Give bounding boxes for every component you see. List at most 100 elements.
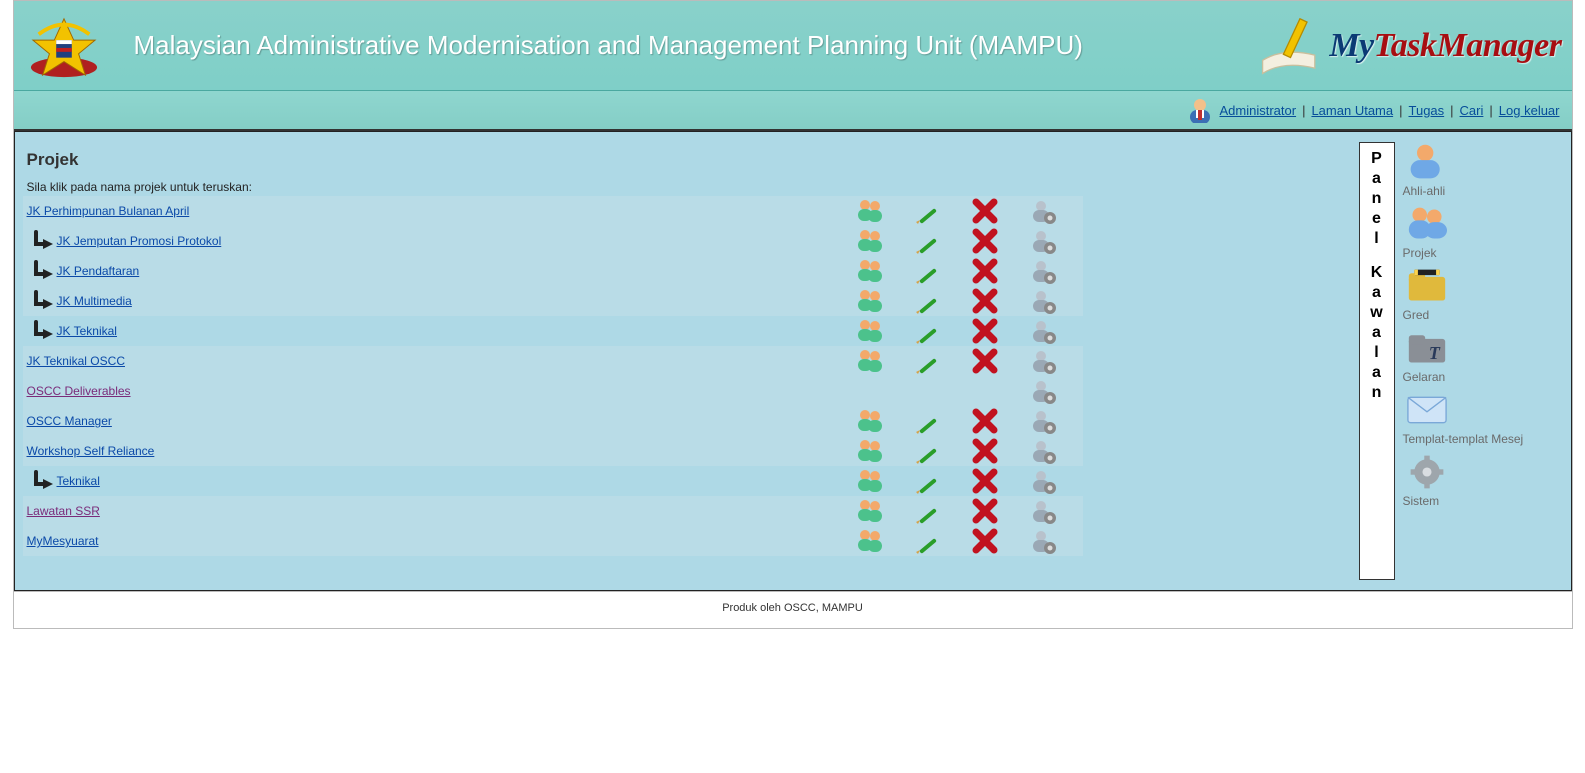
settings-icon[interactable] <box>1029 468 1059 494</box>
settings-icon[interactable] <box>1029 318 1059 344</box>
users-icon[interactable] <box>855 408 885 434</box>
child-arrow-icon <box>33 320 55 342</box>
users-icon[interactable] <box>855 348 885 374</box>
project-link[interactable]: MyMesyuarat <box>27 534 99 548</box>
edit-icon[interactable] <box>913 258 943 284</box>
delete-icon[interactable] <box>971 288 1001 314</box>
project-row: Lawatan SSR <box>23 496 1083 526</box>
project-name-cell: JK Jemputan Promosi Protokol <box>23 230 855 252</box>
project-name-cell: Teknikal <box>23 470 855 492</box>
users-icon[interactable] <box>855 468 885 494</box>
project-link[interactable]: JK Multimedia <box>57 294 132 308</box>
delete-icon[interactable] <box>971 438 1001 464</box>
users-icon <box>855 378 885 404</box>
project-row: Teknikal <box>23 466 1083 496</box>
project-row: OSCC Deliverables <box>23 376 1083 406</box>
edit-icon[interactable] <box>913 408 943 434</box>
side-item-projects[interactable]: Projek <box>1403 204 1563 260</box>
settings-icon[interactable] <box>1029 378 1059 404</box>
users-icon[interactable] <box>855 288 885 314</box>
project-row: JK Pendaftaran <box>23 256 1083 286</box>
child-arrow-icon <box>33 230 55 252</box>
project-actions <box>855 288 1083 314</box>
settings-icon[interactable] <box>1029 498 1059 524</box>
instruction-text: Sila klik pada nama projek untuk teruska… <box>27 180 1351 194</box>
edit-icon[interactable] <box>913 348 943 374</box>
app-logo: MyTaskManager <box>1255 16 1561 76</box>
page-container: Malaysian Administrative Modernisation a… <box>13 0 1573 629</box>
project-row: MyMesyuarat <box>23 526 1083 556</box>
delete-icon[interactable] <box>971 468 1001 494</box>
settings-icon[interactable] <box>1029 438 1059 464</box>
project-list: JK Perhimpunan Bulanan April JK Jemputan … <box>23 196 1083 556</box>
edit-icon[interactable] <box>913 228 943 254</box>
side-item-msgtpl[interactable]: Templat-templat Mesej <box>1403 390 1563 446</box>
project-name-cell: Lawatan SSR <box>23 504 855 518</box>
nav-home[interactable]: Laman Utama <box>1311 103 1393 118</box>
settings-icon[interactable] <box>1029 528 1059 554</box>
edit-icon[interactable] <box>913 198 943 224</box>
project-name-cell: Workshop Self Reliance <box>23 444 855 458</box>
delete-icon[interactable] <box>971 408 1001 434</box>
users-icon[interactable] <box>855 438 885 464</box>
edit-icon[interactable] <box>913 318 943 344</box>
nav-logout[interactable]: Log keluar <box>1499 103 1560 118</box>
msgtpl-icon <box>1403 390 1451 430</box>
delete-icon[interactable] <box>971 348 1001 374</box>
project-link[interactable]: JK Teknikal OSCC <box>27 354 125 368</box>
settings-icon[interactable] <box>1029 228 1059 254</box>
delete-icon[interactable] <box>971 198 1001 224</box>
nav-search[interactable]: Cari <box>1460 103 1484 118</box>
settings-icon[interactable] <box>1029 348 1059 374</box>
side-item-system[interactable]: Sistem <box>1403 452 1563 508</box>
edit-icon[interactable] <box>913 528 943 554</box>
nav-user[interactable]: Administrator <box>1219 103 1296 118</box>
side-item-label: Sistem <box>1403 494 1563 508</box>
edit-icon[interactable] <box>913 468 943 494</box>
project-name-cell: OSCC Deliverables <box>23 384 855 398</box>
project-link[interactable]: OSCC Manager <box>27 414 112 428</box>
project-link[interactable]: JK Perhimpunan Bulanan April <box>27 204 190 218</box>
project-name-cell: JK Teknikal <box>23 320 855 342</box>
edit-icon[interactable] <box>913 498 943 524</box>
users-icon[interactable] <box>855 528 885 554</box>
settings-icon[interactable] <box>1029 198 1059 224</box>
project-link[interactable]: Workshop Self Reliance <box>27 444 155 458</box>
delete-icon[interactable] <box>971 258 1001 284</box>
delete-icon[interactable] <box>971 318 1001 344</box>
side-item-label: Projek <box>1403 246 1563 260</box>
side-item-members[interactable]: Ahli-ahli <box>1403 142 1563 198</box>
edit-icon[interactable] <box>913 288 943 314</box>
project-link[interactable]: JK Pendaftaran <box>57 264 140 278</box>
edit-icon[interactable] <box>913 438 943 464</box>
users-icon[interactable] <box>855 198 885 224</box>
project-actions <box>855 318 1083 344</box>
project-link[interactable]: OSCC Deliverables <box>27 384 131 398</box>
settings-icon[interactable] <box>1029 288 1059 314</box>
project-link[interactable]: JK Teknikal <box>57 324 117 338</box>
project-link[interactable]: Teknikal <box>57 474 100 488</box>
delete-icon[interactable] <box>971 498 1001 524</box>
nav-tasks[interactable]: Tugas <box>1409 103 1445 118</box>
project-row: OSCC Manager <box>23 406 1083 436</box>
project-actions <box>855 348 1083 374</box>
delete-icon[interactable] <box>971 228 1001 254</box>
edit-icon <box>913 378 943 404</box>
settings-icon[interactable] <box>1029 258 1059 284</box>
control-panel-label: PanelKawalan <box>1359 142 1395 580</box>
project-link[interactable]: JK Jemputan Promosi Protokol <box>57 234 222 248</box>
side-item-label: Gred <box>1403 308 1563 322</box>
delete-icon[interactable] <box>971 528 1001 554</box>
side-item-label: Templat-templat Mesej <box>1403 432 1563 446</box>
project-name-cell: JK Perhimpunan Bulanan April <box>23 204 855 218</box>
project-link[interactable]: Lawatan SSR <box>27 504 100 518</box>
project-actions <box>855 198 1083 224</box>
users-icon[interactable] <box>855 498 885 524</box>
users-icon[interactable] <box>855 258 885 284</box>
side-item-grades[interactable]: Gred <box>1403 266 1563 322</box>
side-item-titles[interactable]: Gelaran <box>1403 328 1563 384</box>
users-icon[interactable] <box>855 318 885 344</box>
system-icon <box>1403 452 1451 492</box>
settings-icon[interactable] <box>1029 408 1059 434</box>
users-icon[interactable] <box>855 228 885 254</box>
